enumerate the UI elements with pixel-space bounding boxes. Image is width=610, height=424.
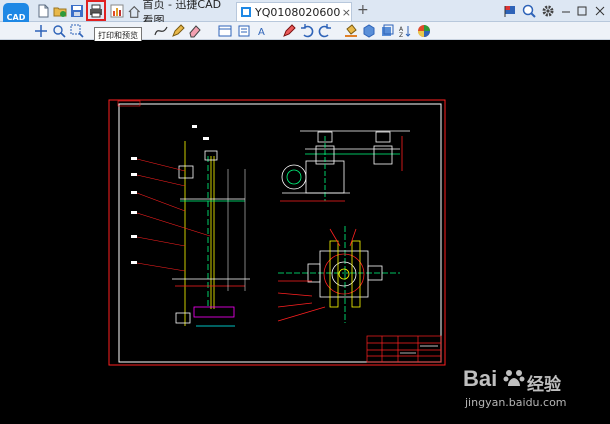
print-button-highlight [86,0,106,21]
export-chart-icon[interactable] [109,3,125,19]
layout-icon[interactable] [217,23,233,39]
zoom-icon[interactable] [521,3,537,19]
save-icon[interactable] [69,3,85,19]
baidu-watermark: Bai 经验 jingyan.baidu.com [463,362,603,418]
undo-icon[interactable] [299,23,315,39]
redo-icon[interactable] [317,23,333,39]
watermark-sub: 经验 [527,375,561,395]
watermark-url: jingyan.baidu.com [465,396,567,409]
svg-text:A: A [258,27,265,38]
eraser-icon[interactable] [187,23,203,39]
maximize-icon[interactable] [574,3,590,19]
title-block [366,335,442,363]
left-assembly [172,141,250,327]
document-icon [241,7,251,17]
3d-view-icon[interactable] [361,23,377,39]
sort-az-icon[interactable]: AZ [397,23,413,39]
flag-icon[interactable] [502,3,518,19]
title-tab-bar: CAD 首页 - 迅捷CAD看图 YQ0108020600(2).... × + [0,0,610,31]
tab-document[interactable]: YQ0108020600(2).... × [236,2,352,21]
pencil-icon[interactable] [170,23,186,39]
right-top-assembly [280,130,410,202]
cad-viewer-window: CAD 首页 - 迅捷CAD看图 YQ0108020600(2).... × + [0,0,610,424]
tab-document-label: YQ0108020600(2).... [255,5,340,19]
open-folder-icon[interactable] [52,3,68,19]
polyline-icon[interactable] [153,23,169,39]
layers-icon[interactable] [236,23,252,39]
block-icon[interactable] [379,23,395,39]
sheet-inner-frame [118,103,442,363]
drawing-toolbar: A AZ [0,22,610,40]
new-file-icon[interactable] [35,3,51,19]
home-icon [128,5,140,18]
settings-gear-icon[interactable] [540,3,556,19]
close-tab-icon[interactable]: × [342,6,351,19]
paw-icon [503,370,525,386]
fill-color-icon[interactable] [343,23,359,39]
zoom-in-icon[interactable] [51,23,67,39]
text-icon[interactable]: A [255,23,271,39]
zoom-window-icon[interactable] [69,23,85,39]
close-window-icon[interactable] [592,3,608,19]
new-tab-button[interactable]: + [357,2,369,18]
drawing-canvas[interactable]: Bai 经验 jingyan.baidu.com [0,41,610,424]
pan-icon[interactable] [33,23,49,39]
markup-pen-icon[interactable] [281,23,297,39]
sheet-outer-frame [108,99,446,366]
right-bottom-assembly [277,226,400,323]
left-leaders [136,158,211,272]
watermark-brand: Bai [463,366,498,391]
svg-text:Z: Z [399,32,403,38]
tab-home[interactable]: 首页 - 迅捷CAD看图 [126,0,232,27]
color-wheel-icon[interactable] [416,23,432,39]
minimize-icon[interactable] [558,3,574,19]
